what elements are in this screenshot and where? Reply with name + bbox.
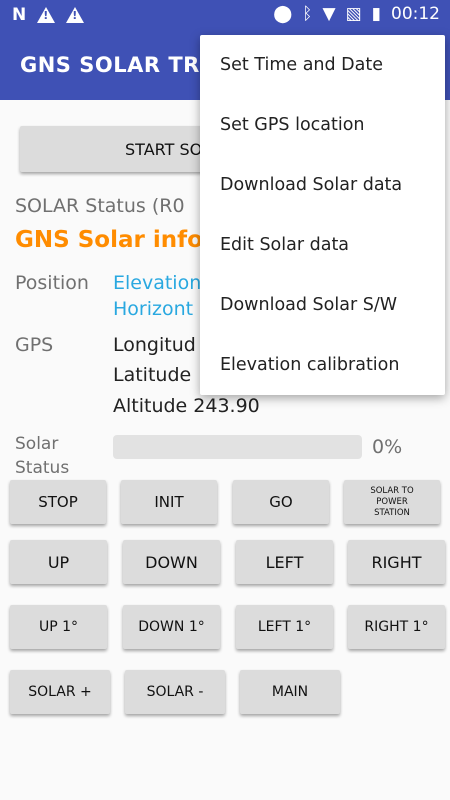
left-button[interactable]: LEFT — [236, 540, 333, 584]
warning-icon: ! — [66, 7, 85, 23]
position-label: Position — [15, 272, 89, 294]
app-title: GNS SOLAR TRA — [20, 53, 217, 77]
right-1-degree-button[interactable]: RIGHT 1° — [348, 605, 445, 649]
menu-item-edit-solar-data[interactable]: Edit Solar data — [200, 215, 445, 275]
solar-progress-bar — [113, 435, 362, 459]
altitude-value: Altitude 243.90 — [113, 395, 260, 417]
no-sim-icon: ▧ — [345, 4, 362, 24]
solar-minus-button[interactable]: SOLAR - — [125, 670, 225, 714]
latitude-value: Latitude — [113, 364, 192, 386]
bluetooth-icon: ᛒ — [302, 4, 313, 24]
n-icon: N — [12, 5, 27, 25]
solar-to-power-station-button[interactable]: SOLAR TO POWER STATION — [344, 480, 440, 524]
gps-label: GPS — [15, 334, 54, 356]
elevation-value: Elevation — [113, 272, 202, 294]
progress-percent: 0% — [372, 436, 403, 458]
battery-charging-icon: ▮ — [371, 4, 381, 24]
menu-item-elevation-calibration[interactable]: Elevation calibration — [200, 335, 445, 395]
solar-status-line2: Status — [15, 458, 70, 478]
status-bar-left: N ! ! — [12, 5, 85, 25]
menu-item-set-time-date[interactable]: Set Time and Date — [200, 35, 445, 95]
solar-plus-button[interactable]: SOLAR + — [10, 670, 110, 714]
solar-status-line1: Solar — [15, 434, 59, 454]
left-1-degree-button[interactable]: LEFT 1° — [236, 605, 333, 649]
go-button[interactable]: GO — [233, 480, 329, 524]
up-button[interactable]: UP — [10, 540, 107, 584]
wifi-icon: ▼ — [322, 4, 336, 24]
down-1-degree-button[interactable]: DOWN 1° — [123, 605, 220, 649]
clock: 00:12 — [391, 4, 440, 24]
status-bar: N ! ! ⬤ ᛒ ▼ ▧ ▮ 00:12 — [0, 0, 450, 30]
horizontal-value: Horizont — [113, 298, 194, 320]
menu-item-download-solar-data[interactable]: Download Solar data — [200, 155, 445, 215]
status-bar-right: ⬤ ᛒ ▼ ▧ ▮ 00:12 — [273, 4, 440, 24]
down-button[interactable]: DOWN — [123, 540, 220, 584]
longitude-value: Longitud — [113, 334, 196, 356]
menu-item-set-gps-location[interactable]: Set GPS location — [200, 95, 445, 155]
solar-status-label: SOLAR Status (R0 — [15, 195, 185, 217]
warning-icon: ! — [37, 7, 56, 23]
menu-item-download-solar-sw[interactable]: Download Solar S/W — [200, 275, 445, 335]
main-button[interactable]: MAIN — [240, 670, 340, 714]
init-button[interactable]: INIT — [121, 480, 217, 524]
right-button[interactable]: RIGHT — [348, 540, 445, 584]
overflow-menu: Set Time and Date Set GPS location Downl… — [200, 35, 445, 395]
solar-to-power-line3: STATION — [374, 507, 410, 518]
stop-button[interactable]: STOP — [10, 480, 106, 524]
info-title: GNS Solar info — [15, 227, 203, 253]
solar-to-power-line2: POWER — [376, 496, 408, 507]
up-1-degree-button[interactable]: UP 1° — [10, 605, 107, 649]
solar-to-power-line1: SOLAR TO — [370, 485, 414, 496]
location-icon: ⬤ — [273, 4, 293, 24]
